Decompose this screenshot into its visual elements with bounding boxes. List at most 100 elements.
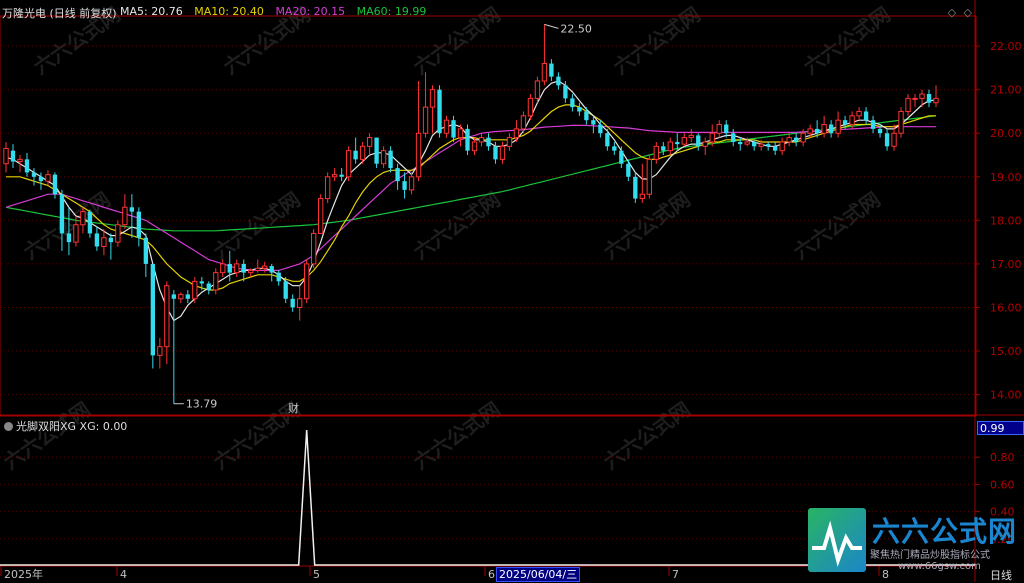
x-tick-label: 2025年 — [4, 567, 43, 581]
candle-body — [933, 97, 939, 104]
candle-body — [31, 172, 37, 177]
candle-body — [681, 137, 687, 145]
indicator-legend: 光脚双阳XG XG: 0.00 — [4, 418, 127, 434]
candle-body — [206, 283, 211, 291]
candle-body — [926, 94, 932, 103]
candle-body — [304, 263, 310, 300]
candle-body — [388, 150, 393, 169]
candle-body — [80, 211, 86, 226]
watermark-text: 六六公式网 — [599, 397, 695, 474]
candle-body — [192, 280, 198, 300]
candle-body — [122, 206, 128, 226]
ma-legend: MA5: 20.76 MA10: 20.40 MA20: 20.15 MA60:… — [120, 5, 426, 18]
candle-body — [94, 233, 100, 247]
candle-body — [143, 237, 149, 264]
indicator-label: 光脚双阳XG XG: 0.00 — [16, 420, 128, 433]
candle-body — [402, 181, 407, 190]
candle-body — [633, 176, 638, 199]
diamond-icon[interactable]: ◇ — [948, 6, 956, 19]
current-value-badge: 0.99 — [977, 421, 1024, 435]
candle-body — [639, 193, 645, 200]
candle-body — [905, 97, 911, 112]
candle-body — [234, 263, 240, 274]
candle-body — [465, 128, 470, 151]
candle-body — [646, 158, 652, 195]
candle-body — [891, 132, 897, 147]
candle-body — [898, 110, 904, 134]
logo-title: 六六公式网 — [872, 515, 1018, 548]
candle-body — [185, 294, 190, 299]
candle-body — [443, 119, 450, 134]
candle-body — [108, 237, 114, 243]
candle-body — [478, 137, 485, 143]
watermark-text: 六六公式网 — [609, 2, 705, 79]
candle-body — [297, 298, 303, 308]
candle-body — [513, 128, 520, 139]
candle-body — [366, 137, 373, 147]
candle-body — [129, 207, 135, 212]
candle-body — [437, 89, 442, 134]
candle-body — [422, 106, 429, 134]
x-tick-label: 4 — [120, 568, 127, 581]
candle-body — [227, 263, 232, 273]
diamond-icon[interactable]: ◇ — [964, 6, 972, 19]
x-tick-label: 5 — [313, 568, 320, 581]
candle-body — [262, 265, 268, 269]
candle-body — [24, 159, 30, 173]
candle-body — [527, 97, 534, 117]
candle-body — [359, 145, 366, 160]
candle-body — [101, 237, 107, 247]
y-tick-label: 17.00 — [990, 258, 1022, 271]
candle-body — [800, 132, 806, 143]
candle-body — [269, 266, 274, 273]
high-label: 22.50 — [560, 22, 592, 35]
logo-subtitle: 聚焦热门精品炒股指标公式 — [870, 550, 990, 561]
candle-body — [912, 97, 918, 100]
candle-body — [241, 263, 246, 273]
candle-body — [744, 141, 750, 145]
candle-body — [626, 163, 631, 177]
candle-body — [667, 141, 673, 152]
chart-controls: ◇ ◇ — [948, 6, 972, 19]
logo-mark-icon — [808, 508, 866, 572]
candle-body — [283, 281, 288, 299]
y-tick-label: 22.00 — [990, 40, 1022, 53]
candle-body — [178, 293, 184, 300]
candle-body — [716, 124, 722, 134]
candle-body — [828, 124, 834, 134]
candle-body — [457, 128, 464, 139]
candle-body — [870, 120, 876, 129]
candle-body — [738, 141, 743, 145]
candle-body — [45, 174, 51, 182]
candle-body — [136, 211, 142, 238]
watermark-text: 六六公式网 — [599, 187, 695, 264]
candle-body — [150, 263, 156, 356]
candle-body — [38, 176, 44, 182]
candle-body — [3, 147, 9, 165]
watermark-text: 六六公式网 — [789, 187, 885, 264]
candle-body — [758, 143, 764, 147]
stock-chart[interactable]: 六六公式网 六六公式网 六六公式网 六六公式网 六六公式网六六公式网 六六公式网 六六公式网… — [0, 0, 1024, 582]
candle-body — [563, 85, 568, 99]
y-tick-label: 18.00 — [990, 214, 1022, 227]
x-tick-label: 7 — [672, 568, 679, 581]
watermark-text: 六六公式网 — [0, 397, 95, 474]
candle-body — [534, 80, 541, 99]
candle-body — [605, 133, 610, 147]
candle-body — [429, 89, 436, 108]
candle-body — [324, 176, 331, 200]
candle-body — [248, 269, 254, 274]
candle-body — [653, 145, 659, 160]
candle-body — [877, 128, 883, 134]
candle-body — [821, 124, 827, 134]
candle-body — [380, 150, 387, 165]
candle-body — [619, 150, 624, 164]
candle-body — [415, 132, 422, 178]
candle-body — [276, 272, 281, 282]
y-tick-label: 21.00 — [990, 84, 1022, 97]
indicator-menu-icon[interactable] — [4, 421, 13, 431]
candle-body — [486, 137, 491, 147]
candle-body — [884, 133, 890, 147]
candle-body — [856, 110, 862, 117]
candle-body — [345, 150, 352, 178]
